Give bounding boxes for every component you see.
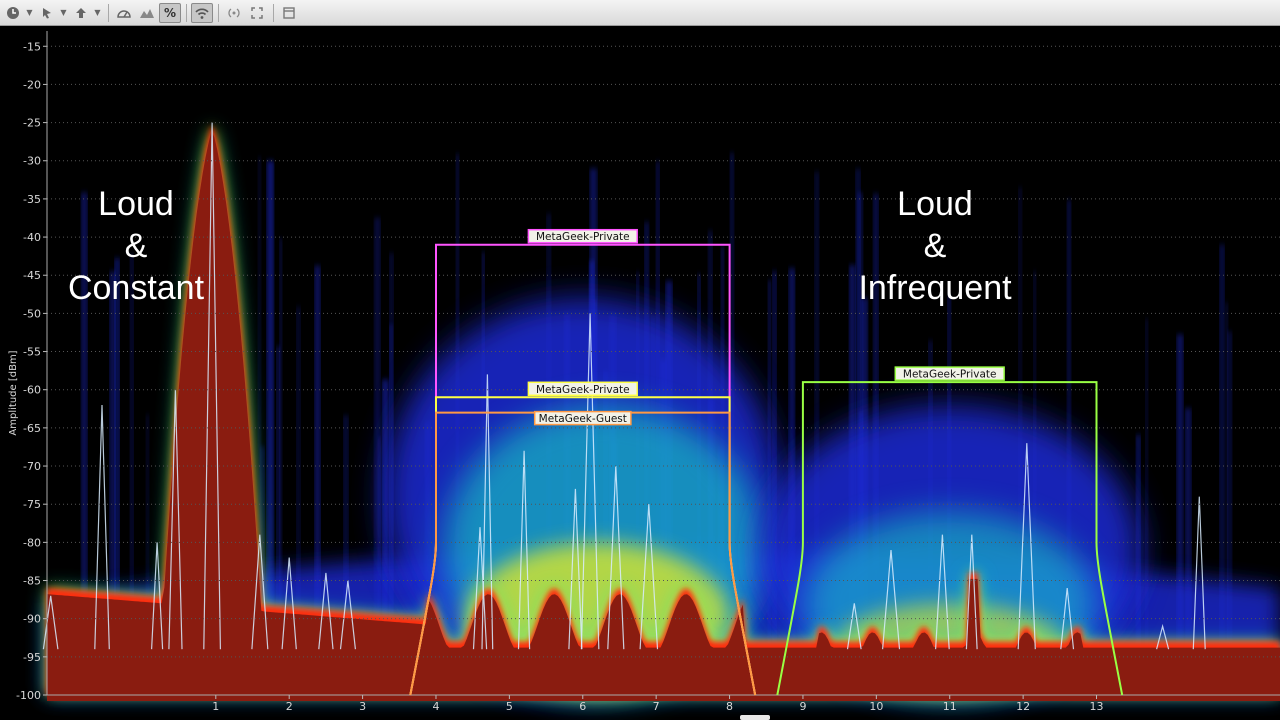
x-tick-label: 6 (579, 700, 586, 713)
network-label: MetaGeek-Private (903, 369, 997, 381)
toolbar-divider (108, 3, 109, 22)
chevron-down-icon[interactable]: ▼ (93, 3, 102, 23)
y-tick-label: -60 (23, 384, 41, 397)
y-tick-label: -85 (23, 575, 41, 588)
x-tick-label: 1 (212, 700, 219, 713)
y-tick-label: -75 (23, 498, 41, 511)
y-tick-label: -70 (23, 460, 41, 473)
y-axis: -15 -20 -25 -30 -35 -40 -45 -50 -55 -60 -65 -70 -75 -… (16, 31, 48, 702)
clock-icon[interactable] (2, 3, 24, 23)
fullscreen-icon[interactable] (246, 3, 268, 23)
x-tick-label: 4 (432, 700, 439, 713)
annotation-left-line2: & (125, 227, 148, 265)
toolbar-divider (186, 3, 187, 22)
network-label: MetaGeek-Guest (539, 413, 627, 425)
broadcast-icon[interactable] (223, 3, 245, 23)
x-tick-label: 13 (1090, 700, 1104, 713)
y-tick-label: -40 (23, 231, 41, 244)
toolbar: ▼ ▼ ▼ % (0, 0, 1280, 26)
percent-icon[interactable]: % (159, 2, 181, 23)
density-streak (81, 192, 87, 656)
y-tick-label: -95 (23, 651, 41, 664)
annotation-left-line1: Loud (98, 185, 174, 223)
y-tick-label: -15 (23, 40, 41, 53)
x-tick-label: 8 (726, 700, 733, 713)
network-label: MetaGeek-Private (536, 231, 630, 243)
y-tick-label: -35 (23, 193, 41, 206)
x-tick-label: 2 (286, 700, 293, 713)
horizontal-scroll-handle[interactable] (740, 715, 770, 720)
y-tick-label: -45 (23, 269, 41, 282)
y-tick-label: -90 (23, 613, 41, 626)
percent-label: % (163, 5, 177, 20)
waterfall-icon[interactable] (136, 3, 158, 23)
y-tick-label: -25 (23, 117, 41, 130)
annotation-right-line2: & (924, 227, 947, 265)
toolbar-divider (218, 3, 219, 22)
annotation-right-line1: Loud (897, 185, 973, 223)
wifi-icon[interactable] (191, 2, 213, 23)
network-label: MetaGeek-Private (536, 384, 630, 396)
window-icon[interactable] (278, 3, 300, 23)
cursor-icon[interactable] (36, 3, 58, 23)
toolbar-divider (273, 3, 274, 22)
x-tick-label: 3 (359, 700, 366, 713)
y-axis-label: Amplitude [dBm] (8, 350, 19, 435)
x-tick-label: 10 (869, 700, 883, 713)
annotation-right-line3: Infrequent (858, 269, 1012, 307)
x-tick-label: 11 (943, 700, 957, 713)
upload-icon[interactable] (70, 3, 92, 23)
x-tick-label: 9 (799, 700, 806, 713)
annotation-left-line3: Constant (68, 269, 205, 307)
y-tick-label: -55 (23, 346, 41, 359)
y-tick-label: -80 (23, 536, 41, 549)
gauge-icon[interactable] (113, 3, 135, 23)
chevron-down-icon[interactable]: ▼ (59, 3, 68, 23)
x-tick-label: 5 (506, 700, 513, 713)
chevron-down-icon[interactable]: ▼ (25, 3, 34, 23)
x-tick-label: 7 (653, 700, 660, 713)
y-tick-label: -50 (23, 307, 41, 320)
y-tick-label: -100 (16, 689, 41, 702)
x-tick-label: 12 (1016, 700, 1030, 713)
plot-area[interactable] (42, 31, 1280, 701)
y-tick-label: -65 (23, 422, 41, 435)
y-tick-label: -30 (23, 155, 41, 168)
spectrum-chart[interactable]: -15 -20 -25 -30 -35 -40 -45 -50 -55 -60 -65 -70 -75 -… (0, 27, 1280, 720)
y-tick-label: -20 (23, 78, 41, 91)
